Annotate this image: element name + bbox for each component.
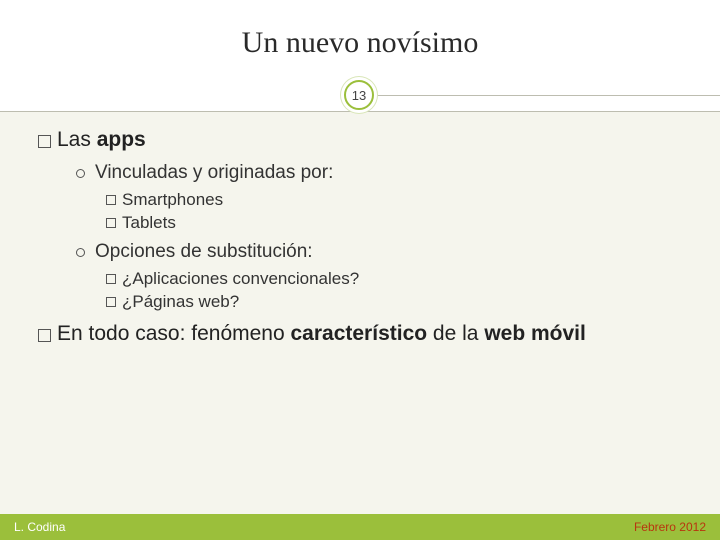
bullet-text: Vinculadas y originadas por: xyxy=(95,162,333,184)
bullet-text: Tablets xyxy=(122,213,176,233)
square-bullet-icon xyxy=(38,135,51,148)
bullet-text: Las apps xyxy=(57,128,146,152)
square-bullet-icon xyxy=(106,297,116,307)
square-bullet-icon xyxy=(38,329,51,342)
slide-title: Un nuevo novísimo xyxy=(0,26,720,60)
square-bullet-icon xyxy=(106,218,116,228)
bullet-text: En todo caso: fenómeno característico de… xyxy=(57,322,586,346)
footer-date: Febrero 2012 xyxy=(634,520,706,534)
bullet-opciones: Opciones de substitución: xyxy=(76,241,682,263)
content-area: Las apps Vinculadas y originadas por: Sm… xyxy=(38,128,682,346)
bullet-text: Opciones de substitución: xyxy=(95,241,313,263)
badge-divider xyxy=(370,95,720,96)
footer-bar: L. Codina Febrero 2012 xyxy=(0,514,720,540)
circle-bullet-icon xyxy=(76,248,85,257)
bullet-text: Smartphones xyxy=(122,190,223,210)
bullet-text: ¿Páginas web? xyxy=(122,292,239,312)
bullet-text: ¿Aplicaciones convencionales? xyxy=(122,269,359,289)
square-bullet-icon xyxy=(106,195,116,205)
square-bullet-icon xyxy=(106,274,116,284)
bullet-vinculadas: Vinculadas y originadas por: xyxy=(76,162,682,184)
footer-author: L. Codina xyxy=(14,520,65,534)
bullet-smartphones: Smartphones xyxy=(106,190,682,210)
bullet-aplicaciones: ¿Aplicaciones convencionales? xyxy=(106,269,682,289)
page-number-badge: 13 xyxy=(344,80,374,110)
bullet-paginas: ¿Páginas web? xyxy=(106,292,682,312)
bullet-conclusion: En todo caso: fenómeno característico de… xyxy=(38,322,682,346)
circle-bullet-icon xyxy=(76,169,85,178)
bullet-tablets: Tablets xyxy=(106,213,682,233)
bullet-las-apps: Las apps xyxy=(38,128,682,152)
